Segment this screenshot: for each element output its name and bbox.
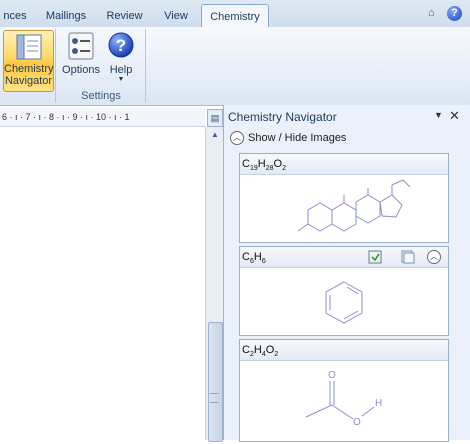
- show-hide-images-toggle[interactable]: ︿ Show / Hide Images: [230, 131, 346, 147]
- navigator-label-line1: Chemistry: [4, 63, 54, 75]
- scroll-up-icon[interactable]: ▲: [211, 130, 219, 139]
- card-image: O O H: [240, 361, 448, 441]
- benzene-structure-image: [325, 281, 363, 324]
- group-separator: [145, 29, 146, 102]
- navigator-pane-icon: [16, 34, 41, 60]
- tab-chemistry[interactable]: Chemistry: [201, 4, 269, 29]
- help-icon[interactable]: ?: [447, 6, 462, 21]
- collapse-card-icon[interactable]: ︿: [427, 250, 441, 264]
- ruler-ticks: 6 · ı · 7 · ı · 8 · ı · 9 · ı · 10 · ı ·…: [2, 112, 130, 122]
- svg-text:H: H: [375, 398, 382, 409]
- vertical-scrollbar[interactable]: ▲: [205, 127, 224, 442]
- settings-group-label: Settings: [81, 90, 121, 102]
- pane-menu-icon[interactable]: ▼: [434, 110, 443, 120]
- ribbon-tab-strip: nces Mailings Review View Chemistry ⌂ ?: [0, 0, 470, 29]
- molecular-formula: C19H28O2: [242, 158, 286, 173]
- svg-text:?: ?: [116, 36, 126, 55]
- minimize-ribbon-icon[interactable]: ⌂: [428, 7, 435, 19]
- card-header: C6H6 ︿: [240, 247, 448, 268]
- svg-text:O: O: [328, 370, 336, 381]
- options-icon: [68, 32, 94, 60]
- close-icon[interactable]: ✕: [449, 108, 460, 124]
- card-image: [240, 175, 448, 241]
- card-header: C2H4O2: [240, 340, 448, 361]
- help-button[interactable]: ? Help ▼: [106, 30, 136, 85]
- tab-mailings[interactable]: Mailings: [40, 6, 92, 26]
- chemistry-navigator-pane: Chemistry Navigator ▼ ✕ ︿ Show / Hide Ima…: [223, 105, 470, 442]
- navigator-label-line2: Navigator: [4, 75, 53, 87]
- help-big-icon: ?: [108, 32, 134, 58]
- copy-structure-icon[interactable]: [400, 250, 415, 264]
- group-separator: [55, 29, 56, 102]
- card-image: [240, 268, 448, 334]
- card-header: C19H28O2: [240, 154, 448, 175]
- show-hide-label: Show / Hide Images: [248, 131, 347, 144]
- pane-header: Chemistry Navigator ▼ ✕: [224, 108, 470, 126]
- horizontal-ruler[interactable]: 6 · ı · 7 · ı · 8 · ı · 9 · ı · 10 · ı ·…: [0, 108, 205, 127]
- options-label: Options: [62, 64, 100, 76]
- help-label: Help: [109, 64, 133, 76]
- insert-structure-icon[interactable]: [368, 250, 383, 264]
- tab-review[interactable]: Review: [102, 6, 147, 26]
- steroid-structure-image: [297, 179, 411, 232]
- collapse-icon[interactable]: ︿: [230, 131, 244, 145]
- molecular-formula: C2H4O2: [242, 344, 279, 359]
- view-ruler-icon[interactable]: ▤: [207, 109, 223, 127]
- help-dropdown-icon: ▼: [117, 76, 125, 83]
- scrollbar-thumb[interactable]: [208, 322, 223, 442]
- tab-references[interactable]: nces: [0, 6, 30, 26]
- acetic-acid-structure-image: O O H: [305, 370, 382, 428]
- ribbon-panel: Chemistry Navigator Options ? Help ▼ Set…: [0, 27, 470, 106]
- structure-card[interactable]: C6H6 ︿: [239, 246, 449, 336]
- pane-title: Chemistry Navigator: [228, 110, 337, 124]
- structure-card[interactable]: C19H28O2: [239, 153, 449, 243]
- chemistry-navigator-button[interactable]: Chemistry Navigator: [3, 30, 54, 92]
- svg-text:O: O: [353, 417, 361, 428]
- structure-card[interactable]: C2H4O2 O O H: [239, 339, 449, 442]
- tab-view[interactable]: View: [156, 6, 196, 26]
- options-button[interactable]: Options: [60, 30, 102, 85]
- scrollbar-grip: [210, 393, 219, 403]
- document-page[interactable]: [0, 127, 205, 440]
- molecular-formula: C6H6: [242, 251, 266, 266]
